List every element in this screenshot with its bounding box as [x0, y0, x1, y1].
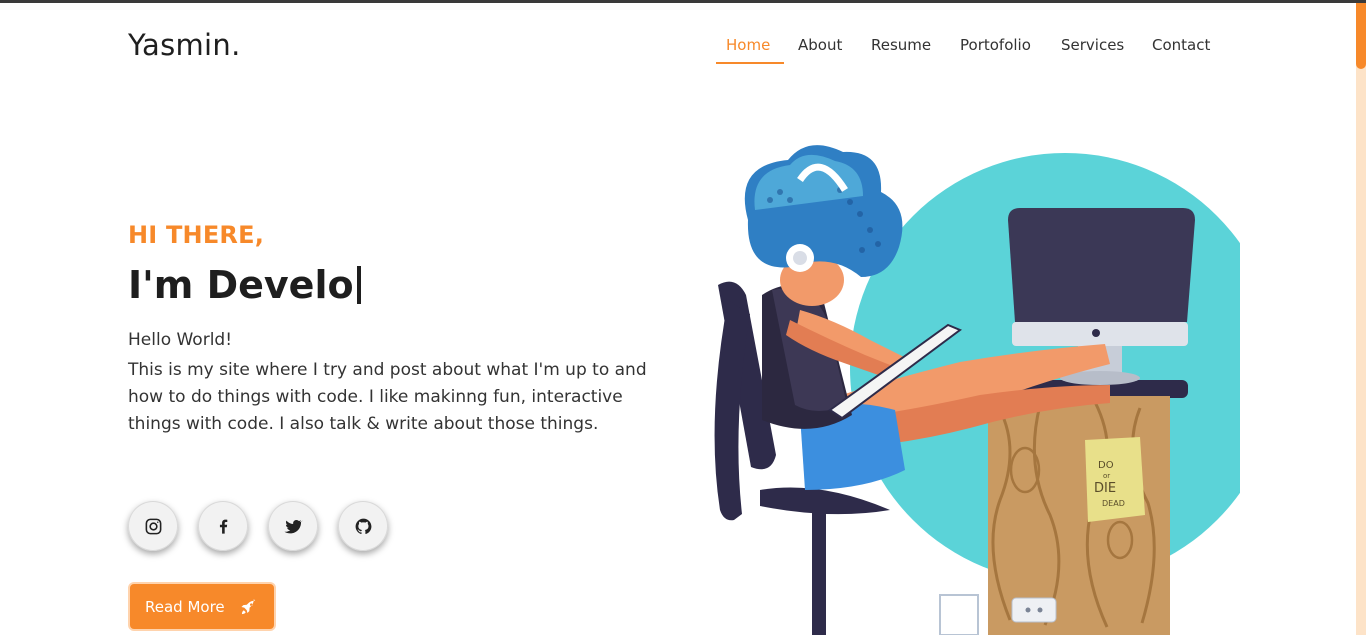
power-outlet: [1011, 597, 1057, 623]
site-logo[interactable]: Yasmin.: [128, 28, 241, 62]
sticky-note-text-die: DIE: [1094, 481, 1116, 496]
hero-hello: Hello World!: [128, 330, 233, 350]
nav-services[interactable]: Services: [1061, 36, 1124, 54]
developer-illustration: DO or DIE DEAD: [714, 145, 1240, 635]
facebook-button[interactable]: [198, 501, 248, 551]
facebook-icon: [219, 519, 227, 534]
typing-cursor: [356, 266, 361, 304]
poster: [939, 594, 979, 635]
window-top-border: [0, 0, 1366, 3]
read-more-button[interactable]: Read More: [128, 582, 276, 631]
rocket-icon: [241, 599, 256, 615]
twitter-button[interactable]: [268, 501, 318, 551]
instagram-icon: [145, 518, 161, 534]
sticky-note: DO or DIE DEAD: [1085, 437, 1145, 522]
scrollbar-thumb[interactable]: [1356, 3, 1366, 69]
github-icon: [355, 518, 371, 534]
nav-active-underline: [716, 62, 784, 64]
sticky-note-text-or: or: [1103, 472, 1110, 480]
hero-headline: I'm Develo: [128, 263, 361, 307]
sticky-note-text-dead: DEAD: [1102, 499, 1125, 508]
hero-greeting: HI THERE,: [128, 221, 265, 249]
hero-description: This is my site where I try and post abo…: [128, 360, 647, 434]
nav-resume[interactable]: Resume: [871, 36, 931, 54]
github-button[interactable]: [338, 501, 388, 551]
nav-portofolio[interactable]: Portofolio: [960, 36, 1031, 54]
nav-home[interactable]: Home: [726, 36, 770, 54]
scrollbar-track[interactable]: [1356, 3, 1366, 635]
nav-contact[interactable]: Contact: [1152, 36, 1210, 54]
nav-about[interactable]: About: [798, 36, 842, 54]
instagram-button[interactable]: [128, 501, 178, 551]
twitter-icon: [283, 519, 303, 533]
read-more-label: Read More: [145, 597, 225, 616]
sticky-note-text-do: DO: [1098, 460, 1114, 471]
hero-headline-text: I'm Develo: [128, 263, 354, 307]
